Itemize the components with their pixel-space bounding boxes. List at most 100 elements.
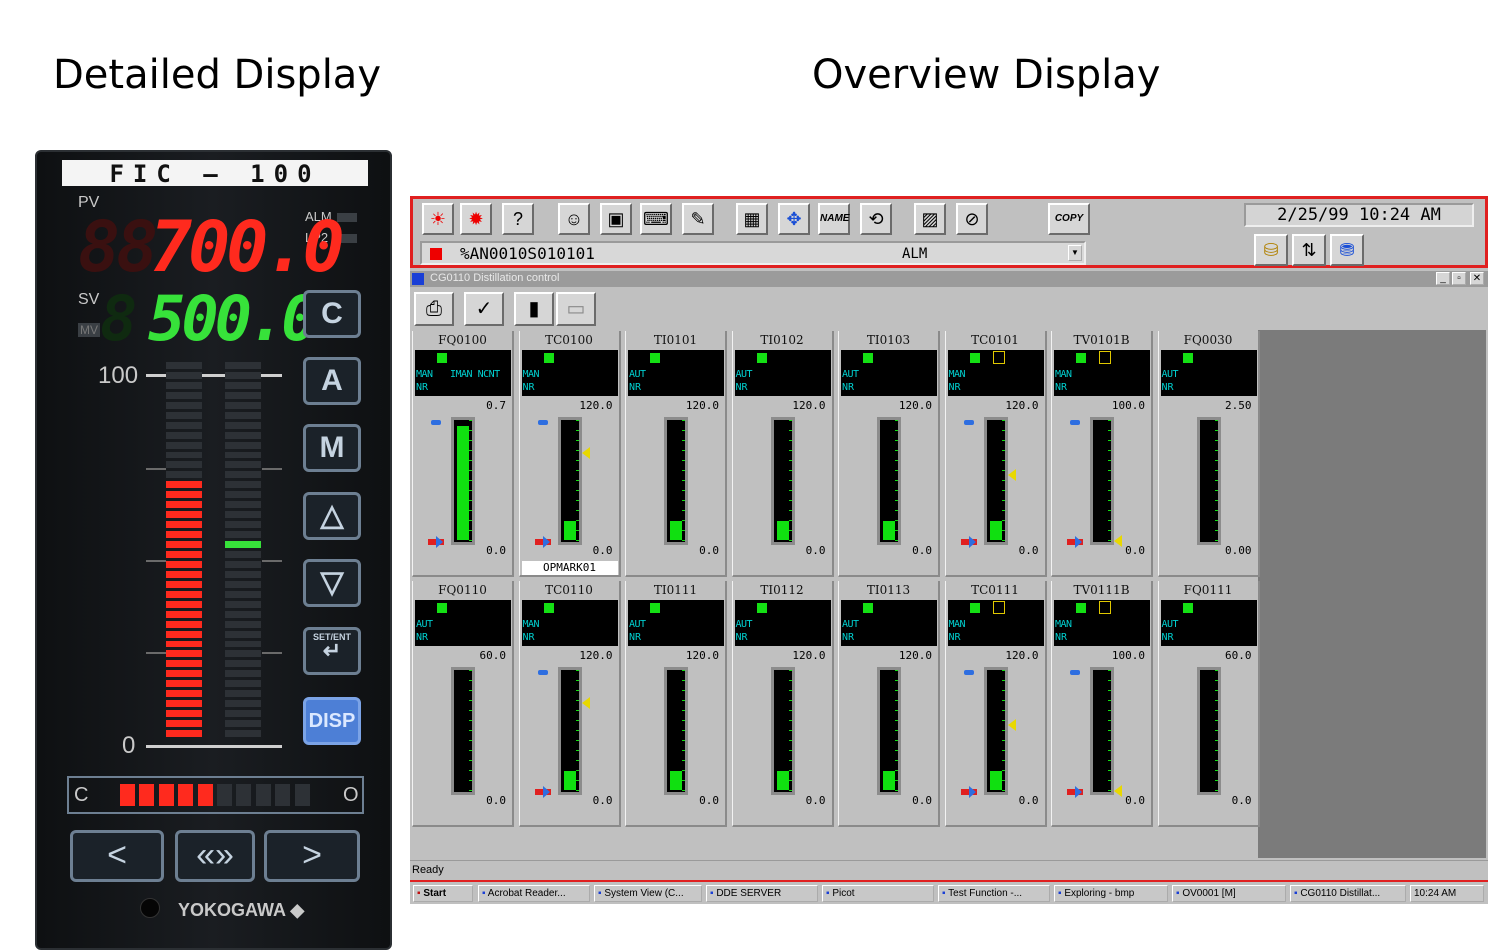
minimize-button[interactable]: _ — [1436, 272, 1450, 285]
clear-screen-icon[interactable]: ▨ — [914, 203, 946, 235]
led-segment — [166, 680, 202, 688]
taskbar-clock: 10:24 AM — [1410, 885, 1484, 902]
taskbar-label: Test Function -... — [948, 888, 1023, 899]
panel-set-icon[interactable]: ✥ — [778, 203, 810, 235]
c-button[interactable]: C — [303, 290, 361, 338]
faceplate-panel[interactable]: TC0111 MAN NR 120.0 0.0 — [944, 581, 1047, 827]
auto-button[interactable]: A — [303, 357, 361, 405]
taskbar-label: Start — [423, 888, 447, 899]
panel-mode: AUT — [1161, 369, 1179, 380]
shift-button[interactable]: «» — [175, 830, 255, 882]
down-button[interactable]: ▽ — [303, 559, 361, 607]
download-status-icon[interactable]: ⇅ — [1292, 234, 1326, 266]
sv-digit-ghost: 8 — [100, 282, 137, 355]
message-bar[interactable]: %AN0010S010101 ALM ▼ — [420, 241, 1086, 265]
taskbar-button[interactable]: ▪ DDE SERVER — [706, 885, 818, 902]
faceplate-panel[interactable]: FQ0110 AUT NR 60.0 0.0 — [412, 581, 514, 827]
tuning-icon[interactable]: ▮ — [514, 292, 554, 326]
target-pointer-icon — [1114, 535, 1122, 548]
panel-status-area: AUT NR — [841, 350, 937, 396]
faceplate-panel[interactable]: TC0101 MAN NR 120.0 0.0 — [944, 331, 1047, 577]
faceplate-panel[interactable]: FQ0111 AUT NR 60.0 0.0 — [1157, 581, 1260, 827]
taskbar-button[interactable]: ▪ System View (C... — [594, 885, 702, 902]
panel-mode: AUT — [842, 619, 859, 630]
start-button[interactable]: ▪ Start — [413, 885, 473, 902]
up-button[interactable]: △ — [303, 492, 361, 540]
status-led-icon — [1182, 353, 1193, 363]
message-dropdown-button[interactable]: ▼ — [1068, 245, 1082, 261]
process-alarm-icon[interactable]: ☀ — [422, 203, 454, 235]
taskbar-button[interactable]: ▪ OV0001 [M] — [1172, 885, 1286, 902]
led-segment — [225, 720, 261, 728]
taskbar-label: OV0001 [M] — [1182, 888, 1236, 899]
tool-box-icon[interactable]: ✎ — [682, 203, 714, 235]
led-segment — [166, 600, 202, 608]
scale-tick — [262, 560, 282, 562]
faceplate-panel[interactable]: FQ0100 MAN IMAN NCNT NR 0.7 0.0 — [412, 331, 514, 577]
faceplate-panel[interactable]: TC0110 MAN NR 120.0 0.0 — [518, 581, 621, 827]
system-alarm-icon[interactable]: ✹ — [460, 203, 492, 235]
network-status-icon[interactable]: ⛃ — [1330, 234, 1364, 266]
circulate-icon[interactable]: ⟲ — [860, 203, 892, 235]
close-button[interactable]: ✕ — [1470, 272, 1484, 285]
taskbar-button[interactable]: ▪ CG0110 Distillat... — [1290, 885, 1406, 902]
name-input-icon[interactable]: NAME — [818, 203, 850, 235]
led-segment — [166, 401, 202, 409]
faceplate-panel[interactable]: TI0102 AUT NR 120.0 0.0 — [731, 331, 834, 577]
open-folder-icon[interactable]: ▭ — [556, 292, 596, 326]
right-button[interactable]: > — [264, 830, 360, 882]
faceplate-panel[interactable]: TI0112 AUT NR 120.0 0.0 — [731, 581, 834, 827]
mv-pointer-icon — [960, 535, 977, 548]
system-message-icon[interactable]: ▣ — [600, 203, 632, 235]
faceplate-panel[interactable]: TV0111B MAN NR 100.0 0.0 — [1051, 581, 1153, 827]
taskbar-button[interactable]: ▪ Exploring - bmp — [1054, 885, 1168, 902]
disp-button[interactable]: DISP — [303, 697, 361, 745]
scale-tick — [146, 468, 166, 470]
scale-ticks — [895, 670, 898, 792]
led-segment — [166, 421, 202, 429]
panel-bargraph — [1090, 667, 1114, 795]
taskbar-button[interactable]: ▪ Picot — [822, 885, 934, 902]
buzzer-reset-icon[interactable]: ⊘ — [956, 203, 988, 235]
led-segment — [225, 690, 261, 698]
pv-fill — [563, 521, 576, 540]
faceplate-panel[interactable]: TV0101B MAN NR 100.0 0.0 — [1051, 331, 1153, 577]
faceplate-panel[interactable]: TC0100 MAN NR 120.0 0.0 OPMARK01 — [518, 331, 621, 577]
led-segment — [166, 441, 202, 449]
faceplate-panel[interactable]: TI0111 AUT NR 120.0 0.0 — [625, 581, 727, 827]
hmi-status-icon[interactable]: ⛁ — [1254, 234, 1288, 266]
user-in-icon[interactable]: ☺ — [558, 203, 590, 235]
panel-scale-low: 0.0 — [486, 544, 506, 557]
navigator-icon[interactable]: ▦ — [736, 203, 768, 235]
status-text: Ready — [412, 864, 444, 876]
copy-button[interactable]: COPY — [1048, 203, 1090, 235]
setent-button[interactable]: SET/ENT ↵ — [303, 627, 361, 675]
confirm-check-icon[interactable]: ✓ — [464, 292, 504, 326]
faceplate-panel[interactable]: TI0101 AUT NR 120.0 0.0 — [625, 331, 727, 577]
led-segment — [225, 541, 261, 548]
panel-mode: AUT — [1161, 619, 1179, 630]
window-title-bar[interactable]: CG0110 Distillation control _ ▫ ✕ — [410, 271, 1488, 287]
taskbar-button[interactable]: ▪ Test Function -... — [938, 885, 1050, 902]
panel-bargraph — [557, 667, 582, 795]
scale-tick — [262, 652, 282, 654]
print-icon[interactable]: ⎙ — [414, 292, 454, 326]
message-type: ALM — [902, 246, 928, 262]
restore-button[interactable]: ▫ — [1452, 272, 1466, 285]
faceplate-panel[interactable]: TI0103 AUT NR 120.0 0.0 — [838, 331, 940, 577]
left-button[interactable]: < — [70, 830, 164, 882]
faceplate-panel[interactable]: TI0113 AUT NR 120.0 0.0 — [838, 581, 940, 827]
overview-empty-area — [1258, 330, 1486, 858]
faceplate-panel[interactable]: FQ0030 AUT NR 2.50 0.00 — [1157, 331, 1260, 577]
panel-scale-low: 0.0 — [1018, 794, 1039, 807]
taskbar-button[interactable]: ▪ Acrobat Reader... — [478, 885, 590, 902]
manual-button[interactable]: M — [303, 424, 361, 472]
status-bar: Ready — [410, 860, 1488, 880]
scale-tick — [262, 468, 282, 470]
panel-alarm-status: NR — [629, 382, 642, 393]
pv-fill — [457, 425, 469, 540]
setpoint-pointer-icon — [963, 419, 974, 425]
scale-ticks — [1214, 670, 1218, 792]
keyboard-icon[interactable]: ⌨ — [640, 203, 672, 235]
operator-guide-icon[interactable]: ? — [502, 203, 534, 235]
